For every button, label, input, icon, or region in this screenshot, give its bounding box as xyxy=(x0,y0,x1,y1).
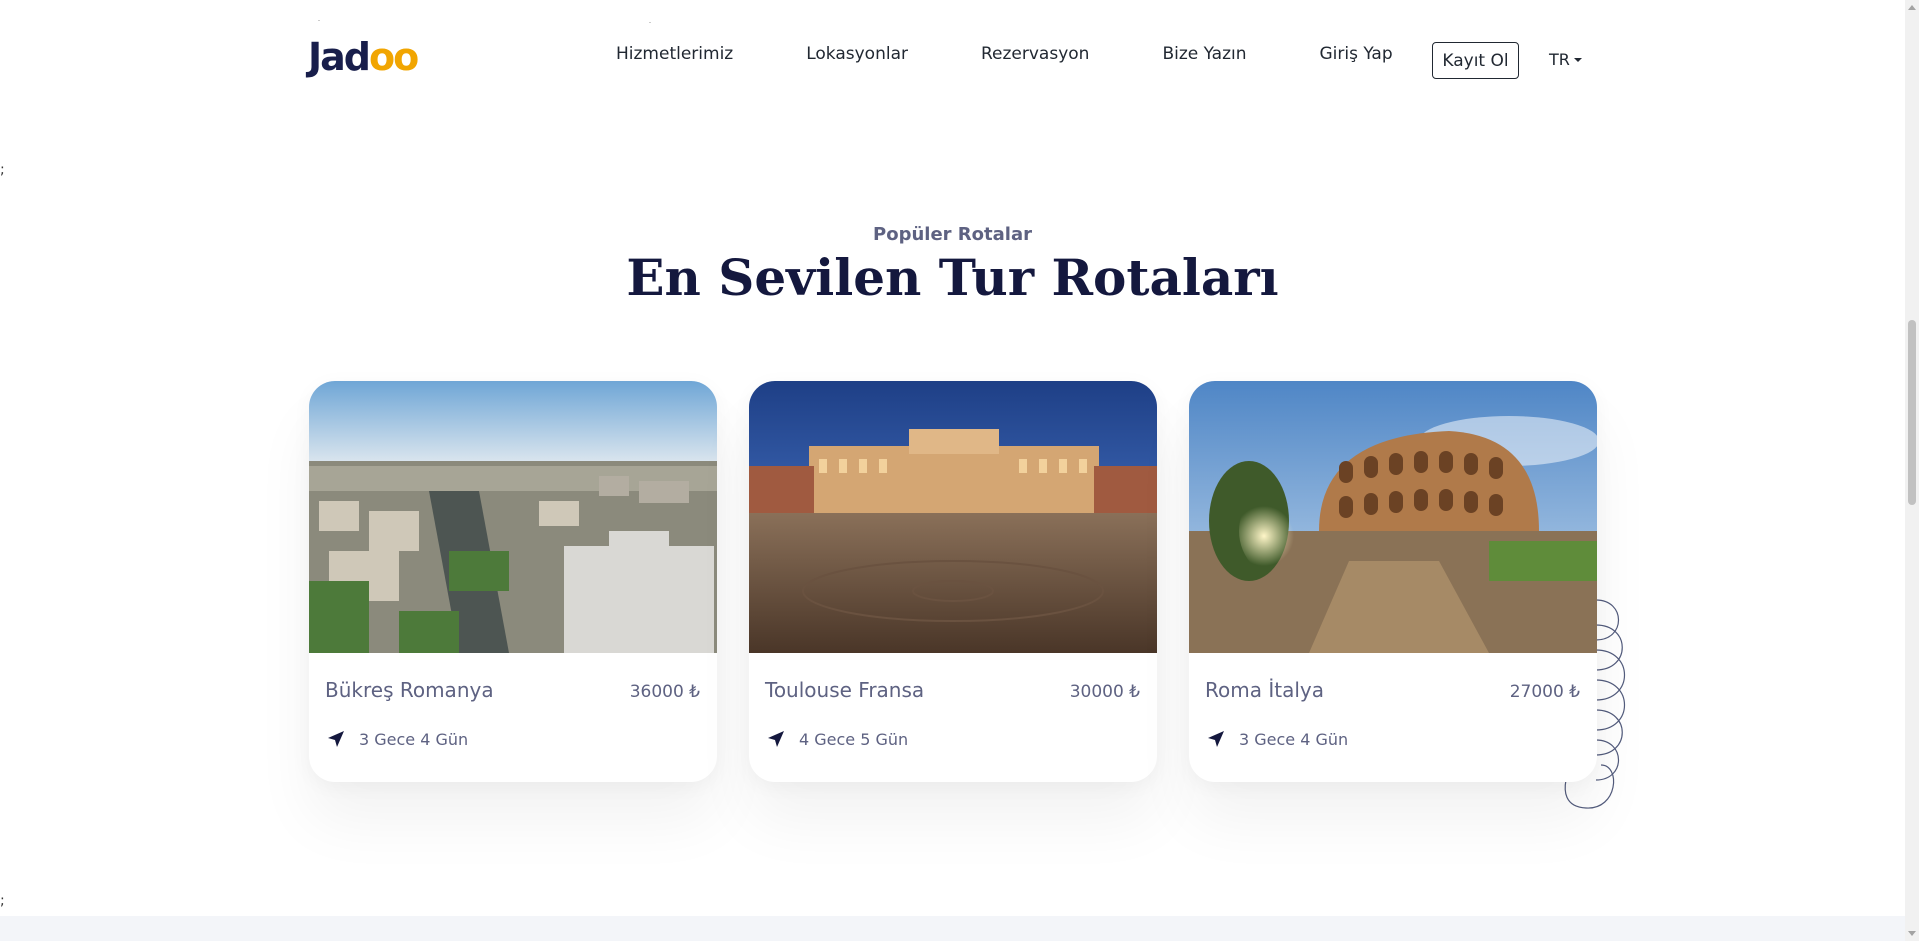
section-title: En Sevilen Tur Rotaları xyxy=(626,248,1279,307)
scroll-up-icon[interactable] xyxy=(1908,5,1916,10)
rome-image xyxy=(1189,381,1597,653)
logo[interactable]: Jadoo xyxy=(308,35,419,79)
tour-duration: 3 Gece 4 Gün xyxy=(359,730,469,749)
scroll-down-icon[interactable] xyxy=(1908,931,1916,936)
stray-text: ; xyxy=(0,162,5,178)
tour-card[interactable]: Roma İtalya 27000 ₺ 3 Gece 4 Gün xyxy=(1189,381,1597,782)
scrollbar[interactable] xyxy=(1905,0,1919,941)
navigation-arrow-icon xyxy=(768,731,784,747)
nav-link-services[interactable]: Hizmetlerimiz xyxy=(616,44,733,64)
tour-name: Toulouse Fransa xyxy=(765,678,925,702)
toulouse-image xyxy=(749,381,1157,653)
navbar: Jadoo Hizmetlerimiz Lokasyonlar Rezervas… xyxy=(0,0,1900,120)
chevron-down-icon xyxy=(1573,57,1582,62)
tour-duration: 4 Gece 5 Gün xyxy=(799,730,909,749)
language-dropdown[interactable]: TR xyxy=(1549,50,1582,69)
nav-link-contact[interactable]: Bize Yazın xyxy=(1162,44,1246,64)
tour-card[interactable]: Toulouse Fransa 30000 ₺ 4 Gece 5 Gün xyxy=(749,381,1157,782)
tour-price: 27000 ₺ xyxy=(1509,682,1580,702)
tour-price: 36000 ₺ xyxy=(629,682,700,702)
tour-card[interactable]: Bükreş Romanya 36000 ₺ 3 Gece 4 Gün xyxy=(309,381,717,782)
stray-dot xyxy=(649,22,651,23)
nav-link-reservation[interactable]: Rezervasyon xyxy=(981,44,1089,64)
next-section-band xyxy=(0,916,1905,941)
nav-link-locations[interactable]: Lokasyonlar xyxy=(806,44,908,64)
tour-price: 30000 ₺ xyxy=(1069,682,1140,702)
nav-links: Hizmetlerimiz Lokasyonlar Rezervasyon Bi… xyxy=(616,44,1458,64)
logo-text: Jad xyxy=(308,35,371,79)
logo-accent: oo xyxy=(368,35,419,79)
stray-dot xyxy=(318,20,320,21)
nav-link-login[interactable]: Giriş Yap xyxy=(1320,44,1393,64)
bucharest-image xyxy=(309,381,717,653)
tour-name: Bükreş Romanya xyxy=(325,678,494,702)
stray-text: ; xyxy=(0,893,5,909)
section-subtitle: Popüler Rotalar xyxy=(873,224,1032,245)
navigation-arrow-icon xyxy=(1208,731,1224,747)
tour-duration: 3 Gece 4 Gün xyxy=(1239,730,1349,749)
tour-name: Roma İtalya xyxy=(1205,678,1324,702)
signup-button[interactable]: Kayıt Ol xyxy=(1432,42,1519,79)
navigation-arrow-icon xyxy=(328,731,344,747)
scroll-thumb[interactable] xyxy=(1908,320,1916,505)
language-label: TR xyxy=(1549,50,1570,69)
